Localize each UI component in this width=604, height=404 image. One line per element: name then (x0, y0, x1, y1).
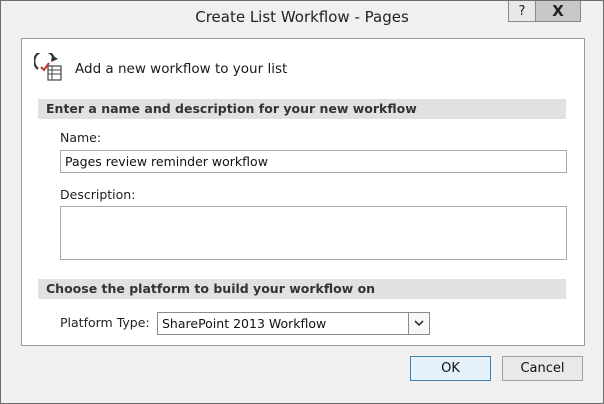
name-label: Name: (60, 130, 102, 145)
close-button[interactable]: X (535, 1, 581, 22)
description-label: Description: (60, 187, 136, 202)
section-name-description: Enter a name and description for your ne… (38, 99, 566, 119)
cancel-button[interactable]: Cancel (502, 356, 583, 381)
platform-type-label: Platform Type: (60, 315, 150, 330)
chevron-down-icon[interactable] (408, 312, 430, 335)
section-platform: Choose the platform to build your workfl… (38, 279, 566, 299)
platform-type-select[interactable]: SharePoint 2013 Workflow (157, 312, 430, 335)
dialog-header-text: Add a new workflow to your list (75, 61, 288, 77)
workflow-list-icon (33, 50, 64, 83)
dialog-content: Add a new workflow to your list Enter a … (21, 38, 585, 346)
platform-type-value: SharePoint 2013 Workflow (162, 316, 327, 331)
ok-button[interactable]: OK (410, 356, 491, 381)
name-input[interactable]: Pages review reminder workflow (60, 150, 567, 173)
description-input[interactable] (60, 206, 567, 260)
dialog-window: Create List Workflow - Pages ? X Add a n… (0, 0, 604, 404)
title-bar: Create List Workflow - Pages ? X (1, 1, 603, 32)
help-button[interactable]: ? (508, 1, 535, 22)
